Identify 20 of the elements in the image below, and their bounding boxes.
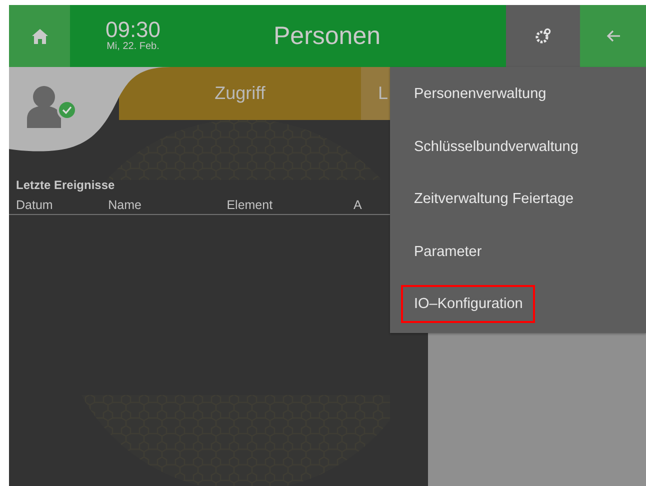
menu-item[interactable]: Personenverwaltung xyxy=(401,75,558,113)
menu-item[interactable]: Zeitverwaltung Feiertage xyxy=(401,180,586,218)
column-header: Element xyxy=(226,198,274,212)
menu-item[interactable]: Parameter xyxy=(401,232,494,271)
page-title: Personen xyxy=(272,22,382,50)
settings-button[interactable] xyxy=(506,5,580,67)
clock-time: 09:30 xyxy=(105,19,161,41)
column-header: Name xyxy=(108,198,142,212)
clock-date: Mi, 22. Feb. xyxy=(106,41,160,53)
home-icon xyxy=(32,28,48,44)
menu-item[interactable]: IO–Konfiguration xyxy=(401,285,535,324)
menu-item[interactable]: Schlüsselbundverwaltung xyxy=(401,128,590,166)
back-button[interactable] xyxy=(580,5,646,67)
home-button[interactable] xyxy=(9,5,70,67)
column-header: A xyxy=(354,198,363,212)
column-header: Datum xyxy=(16,198,54,212)
person-icon xyxy=(27,86,61,128)
settings-icon xyxy=(535,28,551,44)
section-title: Letzte Ereignisse xyxy=(16,178,116,192)
arrow-left-icon xyxy=(606,30,620,42)
